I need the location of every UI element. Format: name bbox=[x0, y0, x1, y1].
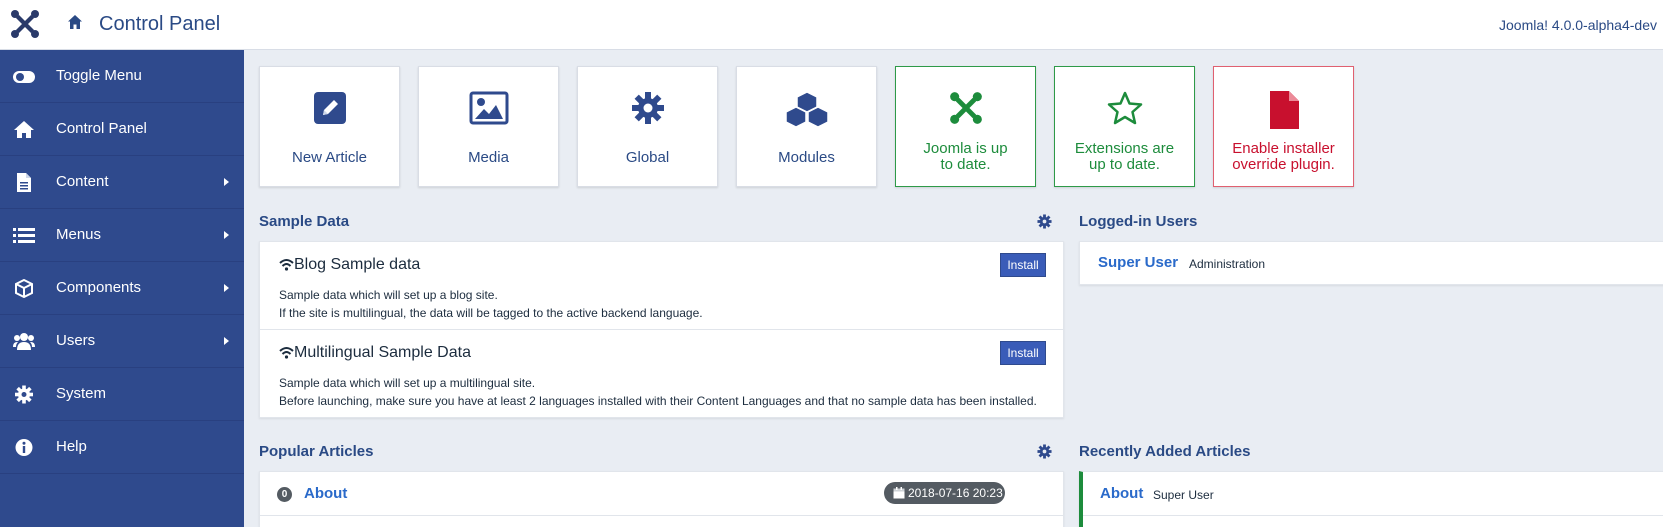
sample-data-panel: Blog Sample data Sample data which will … bbox=[259, 241, 1064, 418]
quickicon-label: Joomla is up to date. bbox=[923, 140, 1008, 173]
date-text: 2018-07-16 20:23 bbox=[908, 486, 1003, 500]
sidebar-item-label: Control Panel bbox=[56, 120, 147, 137]
sidebar-item-toggle-menu[interactable]: Toggle Menu bbox=[0, 50, 244, 103]
list-item: 0 About 2018-07-16 20:23 bbox=[260, 472, 1063, 516]
sample-data-item-desc: Sample data which will set up a multilin… bbox=[279, 376, 536, 390]
users-icon bbox=[13, 333, 35, 350]
star-icon bbox=[1107, 91, 1142, 125]
sidebar-item-label: Users bbox=[56, 332, 96, 349]
chevron-right-icon bbox=[224, 284, 229, 292]
hits-badge: 0 bbox=[277, 487, 292, 502]
sidebar-item-label: Content bbox=[56, 173, 109, 190]
sidebar: Toggle Menu Control Panel Content Menus … bbox=[0, 50, 244, 527]
sidebar-item-content[interactable]: Content bbox=[0, 156, 244, 209]
list-item: Blog Sample data Sample data which will … bbox=[260, 242, 1063, 330]
file-icon bbox=[17, 173, 31, 192]
cubes-icon bbox=[784, 91, 829, 128]
chevron-right-icon bbox=[224, 337, 229, 345]
joomla-logo-icon[interactable] bbox=[10, 9, 40, 39]
quickicon-label: New Article bbox=[291, 149, 368, 166]
sample-data-item-desc: If the site is multilingual, the data wi… bbox=[279, 306, 703, 320]
list-icon bbox=[13, 228, 35, 243]
quickicon-label: Extensions are up to date. bbox=[1074, 140, 1175, 173]
wifi-icon bbox=[279, 259, 294, 271]
chevron-right-icon bbox=[224, 231, 229, 239]
list-item: Multilingual Sample Data Sample data whi… bbox=[260, 330, 1063, 418]
quickicon-label: Modules bbox=[778, 149, 835, 166]
install-button[interactable]: Install bbox=[1000, 341, 1046, 365]
recent-articles-panel: About Super User bbox=[1079, 471, 1663, 527]
home-icon bbox=[14, 121, 34, 138]
sidebar-item-label: Toggle Menu bbox=[56, 67, 142, 84]
sidebar-item-label: Menus bbox=[56, 226, 102, 243]
install-button[interactable]: Install bbox=[1000, 253, 1046, 277]
quickicon-extensions-update[interactable]: Extensions are up to date. bbox=[1054, 66, 1195, 187]
article-author: Super User bbox=[1153, 488, 1214, 502]
image-icon bbox=[469, 91, 508, 125]
pencil-icon bbox=[313, 92, 346, 124]
article-link[interactable]: About bbox=[304, 485, 347, 502]
gear-icon bbox=[631, 92, 664, 124]
gear-icon bbox=[15, 385, 33, 404]
popular-articles-panel: 0 About 2018-07-16 20:23 bbox=[259, 471, 1064, 527]
sidebar-item-help[interactable]: Help bbox=[0, 421, 244, 474]
recent-articles-title: Recently Added Articles bbox=[1079, 443, 1251, 460]
joomla-icon bbox=[949, 92, 982, 124]
logged-in-users-title: Logged-in Users bbox=[1079, 213, 1198, 230]
sidebar-item-components[interactable]: Components bbox=[0, 262, 244, 315]
quickicon-global[interactable]: Global bbox=[577, 66, 718, 187]
quickicon-label: Global bbox=[625, 149, 670, 166]
file-icon bbox=[1269, 91, 1299, 129]
sidebar-item-users[interactable]: Users bbox=[0, 315, 244, 368]
sample-data-title: Sample Data bbox=[259, 213, 350, 230]
sample-data-item-desc: Sample data which will set up a blog sit… bbox=[279, 288, 498, 302]
top-header: Control Panel Joomla! 4.0.0-alpha4-dev bbox=[0, 0, 1663, 50]
article-link[interactable]: About bbox=[1100, 485, 1143, 502]
gear-icon[interactable] bbox=[1037, 214, 1052, 229]
sidebar-item-label: Help bbox=[56, 438, 87, 455]
info-icon bbox=[15, 439, 33, 456]
cube-icon bbox=[15, 279, 33, 298]
logged-in-users-panel: Super User Administration bbox=[1079, 241, 1663, 285]
toggle-icon bbox=[13, 71, 35, 83]
version-label[interactable]: Joomla! 4.0.0-alpha4-dev bbox=[1499, 17, 1657, 33]
quickicon-label: Enable installer override plugin. bbox=[1232, 140, 1335, 173]
quickicon-installer-override[interactable]: Enable installer override plugin. bbox=[1213, 66, 1354, 187]
user-role: Administration bbox=[1189, 257, 1266, 271]
sample-data-item-title: Multilingual Sample Data bbox=[294, 344, 471, 361]
sidebar-item-control-panel[interactable]: Control Panel bbox=[0, 103, 244, 156]
quickicon-new-article[interactable]: New Article bbox=[259, 66, 400, 187]
sample-data-item-title: Blog Sample data bbox=[294, 256, 421, 273]
quickicon-label: Media bbox=[468, 149, 509, 166]
sample-data-item-desc: Before launching, make sure you have at … bbox=[279, 394, 1037, 408]
sidebar-item-system[interactable]: System bbox=[0, 368, 244, 421]
quickicon-modules[interactable]: Modules bbox=[736, 66, 877, 187]
sidebar-item-label: Components bbox=[56, 279, 142, 296]
popular-articles-title: Popular Articles bbox=[259, 443, 374, 460]
home-icon bbox=[68, 15, 82, 29]
user-name-link[interactable]: Super User bbox=[1098, 254, 1178, 271]
page-title: Control Panel bbox=[99, 13, 221, 35]
quickicon-joomla-update[interactable]: Joomla is up to date. bbox=[895, 66, 1036, 187]
date-badge: 2018-07-16 20:23 bbox=[884, 482, 1005, 504]
sidebar-item-menus[interactable]: Menus bbox=[0, 209, 244, 262]
sidebar-item-label: System bbox=[56, 385, 107, 402]
wifi-icon bbox=[279, 347, 294, 359]
calendar-icon bbox=[893, 487, 905, 499]
list-item: About Super User bbox=[1083, 472, 1663, 516]
quickicon-media[interactable]: Media bbox=[418, 66, 559, 187]
chevron-right-icon bbox=[224, 178, 229, 186]
gear-icon[interactable] bbox=[1037, 444, 1052, 459]
